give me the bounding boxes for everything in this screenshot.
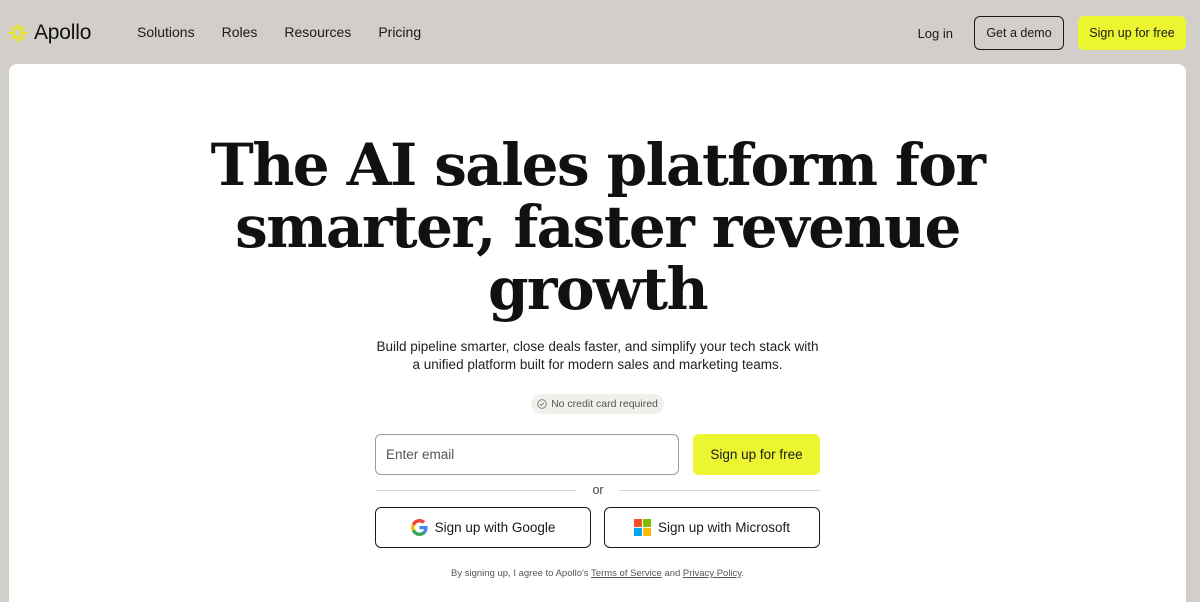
- nav-link-roles[interactable]: Roles: [222, 22, 258, 42]
- hero-headline: The AI sales platform for smarter, faste…: [9, 134, 1186, 320]
- terms-middle: and: [664, 568, 681, 579]
- check-circle-icon: [537, 399, 547, 409]
- signup-submit-button[interactable]: Sign up for free: [693, 434, 820, 475]
- subtext-line: a unified platform built for modern sale…: [412, 357, 783, 372]
- google-signup-button[interactable]: Sign up with Google: [375, 507, 591, 548]
- nav-link-pricing[interactable]: Pricing: [378, 22, 421, 42]
- terms-of-service-link[interactable]: Terms of Service: [591, 568, 662, 579]
- headline-line: smarter, faster revenue: [235, 193, 961, 261]
- email-input[interactable]: [375, 434, 679, 475]
- google-icon: [410, 519, 428, 536]
- apollo-sunburst-icon: [8, 23, 28, 43]
- divider-left: [376, 490, 576, 491]
- terms-prefix: By signing up, I agree to Apollo's: [451, 568, 589, 579]
- hero-subtext: Build pipeline smarter, close deals fast…: [9, 338, 1186, 374]
- terms-notice: By signing up, I agree to Apollo's Terms…: [9, 568, 1186, 579]
- privacy-policy-link[interactable]: Privacy Policy: [683, 568, 741, 579]
- terms-suffix: .: [741, 568, 744, 579]
- divider-right: [619, 490, 820, 491]
- microsoft-signup-button[interactable]: Sign up with Microsoft: [604, 507, 820, 548]
- get-demo-button[interactable]: Get a demo: [974, 16, 1064, 50]
- headline-line: The AI sales platform for: [210, 131, 986, 199]
- or-separator: or: [592, 483, 604, 497]
- headline-line: growth: [487, 255, 709, 323]
- apollo-logo[interactable]: Apollo: [8, 20, 91, 46]
- microsoft-icon: [633, 519, 651, 536]
- no-credit-card-badge: No credit card required: [531, 394, 664, 414]
- microsoft-signup-label: Sign up with Microsoft: [657, 520, 791, 535]
- login-link[interactable]: Log in: [918, 26, 953, 41]
- nav-actions: Log in Get a demo Sign up for free: [918, 16, 1186, 50]
- google-signup-label: Sign up with Google: [434, 520, 556, 535]
- nav-signup-button[interactable]: Sign up for free: [1078, 16, 1186, 50]
- brand-name: Apollo: [34, 21, 92, 44]
- nav-link-resources[interactable]: Resources: [284, 22, 351, 42]
- nav-link-solutions[interactable]: Solutions: [137, 22, 195, 42]
- subtext-line: Build pipeline smarter, close deals fast…: [376, 339, 819, 354]
- top-nav: Apollo Solutions Roles Resources Pricing…: [0, 0, 1200, 64]
- hero-card: The AI sales platform for smarter, faste…: [9, 64, 1186, 602]
- nav-links: Solutions Roles Resources Pricing: [137, 22, 448, 42]
- badge-label: No credit card required: [551, 398, 658, 410]
